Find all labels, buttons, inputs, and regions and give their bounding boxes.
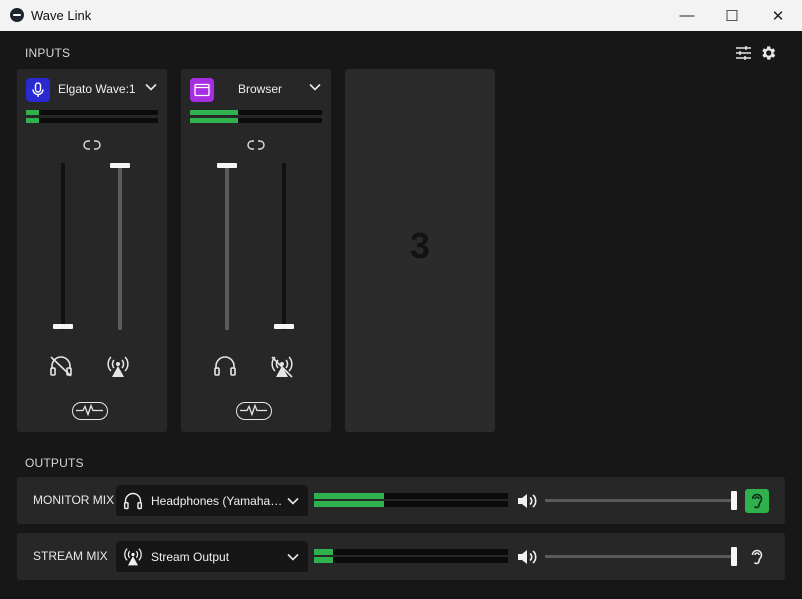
output-device-dropdown[interactable]: Headphones (Yamaha AG03) bbox=[116, 485, 308, 516]
stream-volume-slider[interactable] bbox=[118, 163, 122, 330]
output-label: STREAM MIX bbox=[33, 549, 108, 563]
monitor-mix-volume-slider[interactable] bbox=[545, 499, 737, 502]
meter-fill bbox=[190, 110, 238, 115]
chevron-down-icon bbox=[287, 497, 299, 505]
speaker-volume-icon[interactable] bbox=[516, 492, 538, 510]
headphones-icon bbox=[123, 492, 143, 510]
window-title: Wave Link bbox=[31, 8, 92, 23]
stream-volume-handle[interactable] bbox=[274, 324, 294, 329]
broadcast-icon bbox=[124, 548, 142, 566]
monitor-mix-volume-handle[interactable] bbox=[731, 491, 737, 510]
link-sliders-icon[interactable] bbox=[83, 139, 101, 151]
channel-name[interactable]: Elgato Wave:1 bbox=[58, 82, 136, 96]
monitor-volume-slider[interactable] bbox=[61, 163, 65, 330]
output-row-monitor-mix: MONITOR MIX Headphones (Yamaha AG03) bbox=[17, 477, 785, 524]
waveform-icon bbox=[240, 403, 267, 417]
output-device-name: Headphones (Yamaha AG03) bbox=[151, 494, 283, 508]
output-meter-right bbox=[314, 501, 508, 507]
app-window: Wave Link — ☐ ✕ INPUTS Elgato Wave:1 Bro… bbox=[0, 0, 802, 599]
meter-fill bbox=[314, 549, 334, 555]
input-channel-browser: Browser bbox=[181, 69, 331, 432]
input-channel-elgato-wave: Elgato Wave:1 bbox=[17, 69, 167, 432]
slot-number: 3 bbox=[409, 225, 431, 266]
listen-toggle-button[interactable] bbox=[745, 489, 769, 513]
close-button[interactable]: ✕ bbox=[755, 0, 801, 31]
meter-fill bbox=[314, 493, 384, 499]
meter-fill bbox=[314, 501, 384, 507]
meter-fill bbox=[314, 557, 334, 563]
chevron-down-icon bbox=[287, 553, 299, 561]
level-meter-right bbox=[26, 118, 158, 123]
outputs-section-label: OUTPUTS bbox=[25, 456, 84, 470]
maximize-button[interactable]: ☐ bbox=[709, 0, 755, 31]
stream-mix-volume-slider[interactable] bbox=[545, 555, 737, 558]
gear-icon[interactable] bbox=[759, 44, 777, 62]
level-meter-left bbox=[26, 110, 158, 115]
stream-mix-volume-handle[interactable] bbox=[731, 547, 737, 566]
meter-fill bbox=[26, 110, 40, 115]
wave-link-logo-icon bbox=[10, 8, 24, 22]
ear-icon bbox=[751, 493, 763, 509]
effects-waveform-button[interactable] bbox=[236, 402, 272, 420]
monitor-volume-handle[interactable] bbox=[53, 324, 73, 329]
minimize-button[interactable]: — bbox=[664, 0, 710, 31]
broadcast-icon[interactable] bbox=[106, 355, 130, 379]
monitor-volume-slider[interactable] bbox=[225, 163, 229, 330]
listen-toggle-button[interactable] bbox=[745, 545, 769, 569]
speaker-volume-icon[interactable] bbox=[516, 548, 538, 566]
add-input-slot[interactable]: 3 bbox=[345, 69, 495, 432]
chevron-down-icon[interactable] bbox=[144, 80, 158, 94]
waveform-icon bbox=[76, 403, 103, 417]
effects-waveform-button[interactable] bbox=[72, 402, 108, 420]
monitor-volume-handle[interactable] bbox=[217, 163, 237, 168]
output-device-dropdown[interactable]: Stream Output bbox=[116, 541, 308, 572]
channel-name[interactable]: Browser bbox=[238, 82, 282, 96]
stream-volume-slider[interactable] bbox=[282, 163, 286, 330]
microphone-icon bbox=[26, 78, 50, 102]
mixer-settings-icon[interactable] bbox=[735, 45, 752, 61]
browser-window-icon bbox=[190, 78, 214, 102]
ear-icon bbox=[751, 549, 763, 565]
output-meter-right bbox=[314, 557, 508, 563]
inputs-section-label: INPUTS bbox=[25, 46, 71, 60]
output-meter-left bbox=[314, 493, 508, 499]
broadcast-muted-icon[interactable] bbox=[270, 355, 294, 379]
meter-fill bbox=[190, 118, 238, 123]
level-meter-right bbox=[190, 118, 322, 123]
headphones-muted-icon[interactable] bbox=[49, 355, 73, 377]
output-device-name: Stream Output bbox=[151, 550, 230, 564]
stream-volume-handle[interactable] bbox=[110, 163, 130, 168]
output-label: MONITOR MIX bbox=[33, 493, 115, 507]
output-meter-left bbox=[314, 549, 508, 555]
headphones-icon[interactable] bbox=[213, 355, 237, 377]
output-row-stream-mix: STREAM MIX Stream Output bbox=[17, 533, 785, 580]
level-meter-left bbox=[190, 110, 322, 115]
meter-fill bbox=[26, 118, 40, 123]
link-sliders-icon[interactable] bbox=[247, 139, 265, 151]
chevron-down-icon[interactable] bbox=[308, 80, 322, 94]
title-bar: Wave Link — ☐ ✕ bbox=[0, 0, 802, 31]
